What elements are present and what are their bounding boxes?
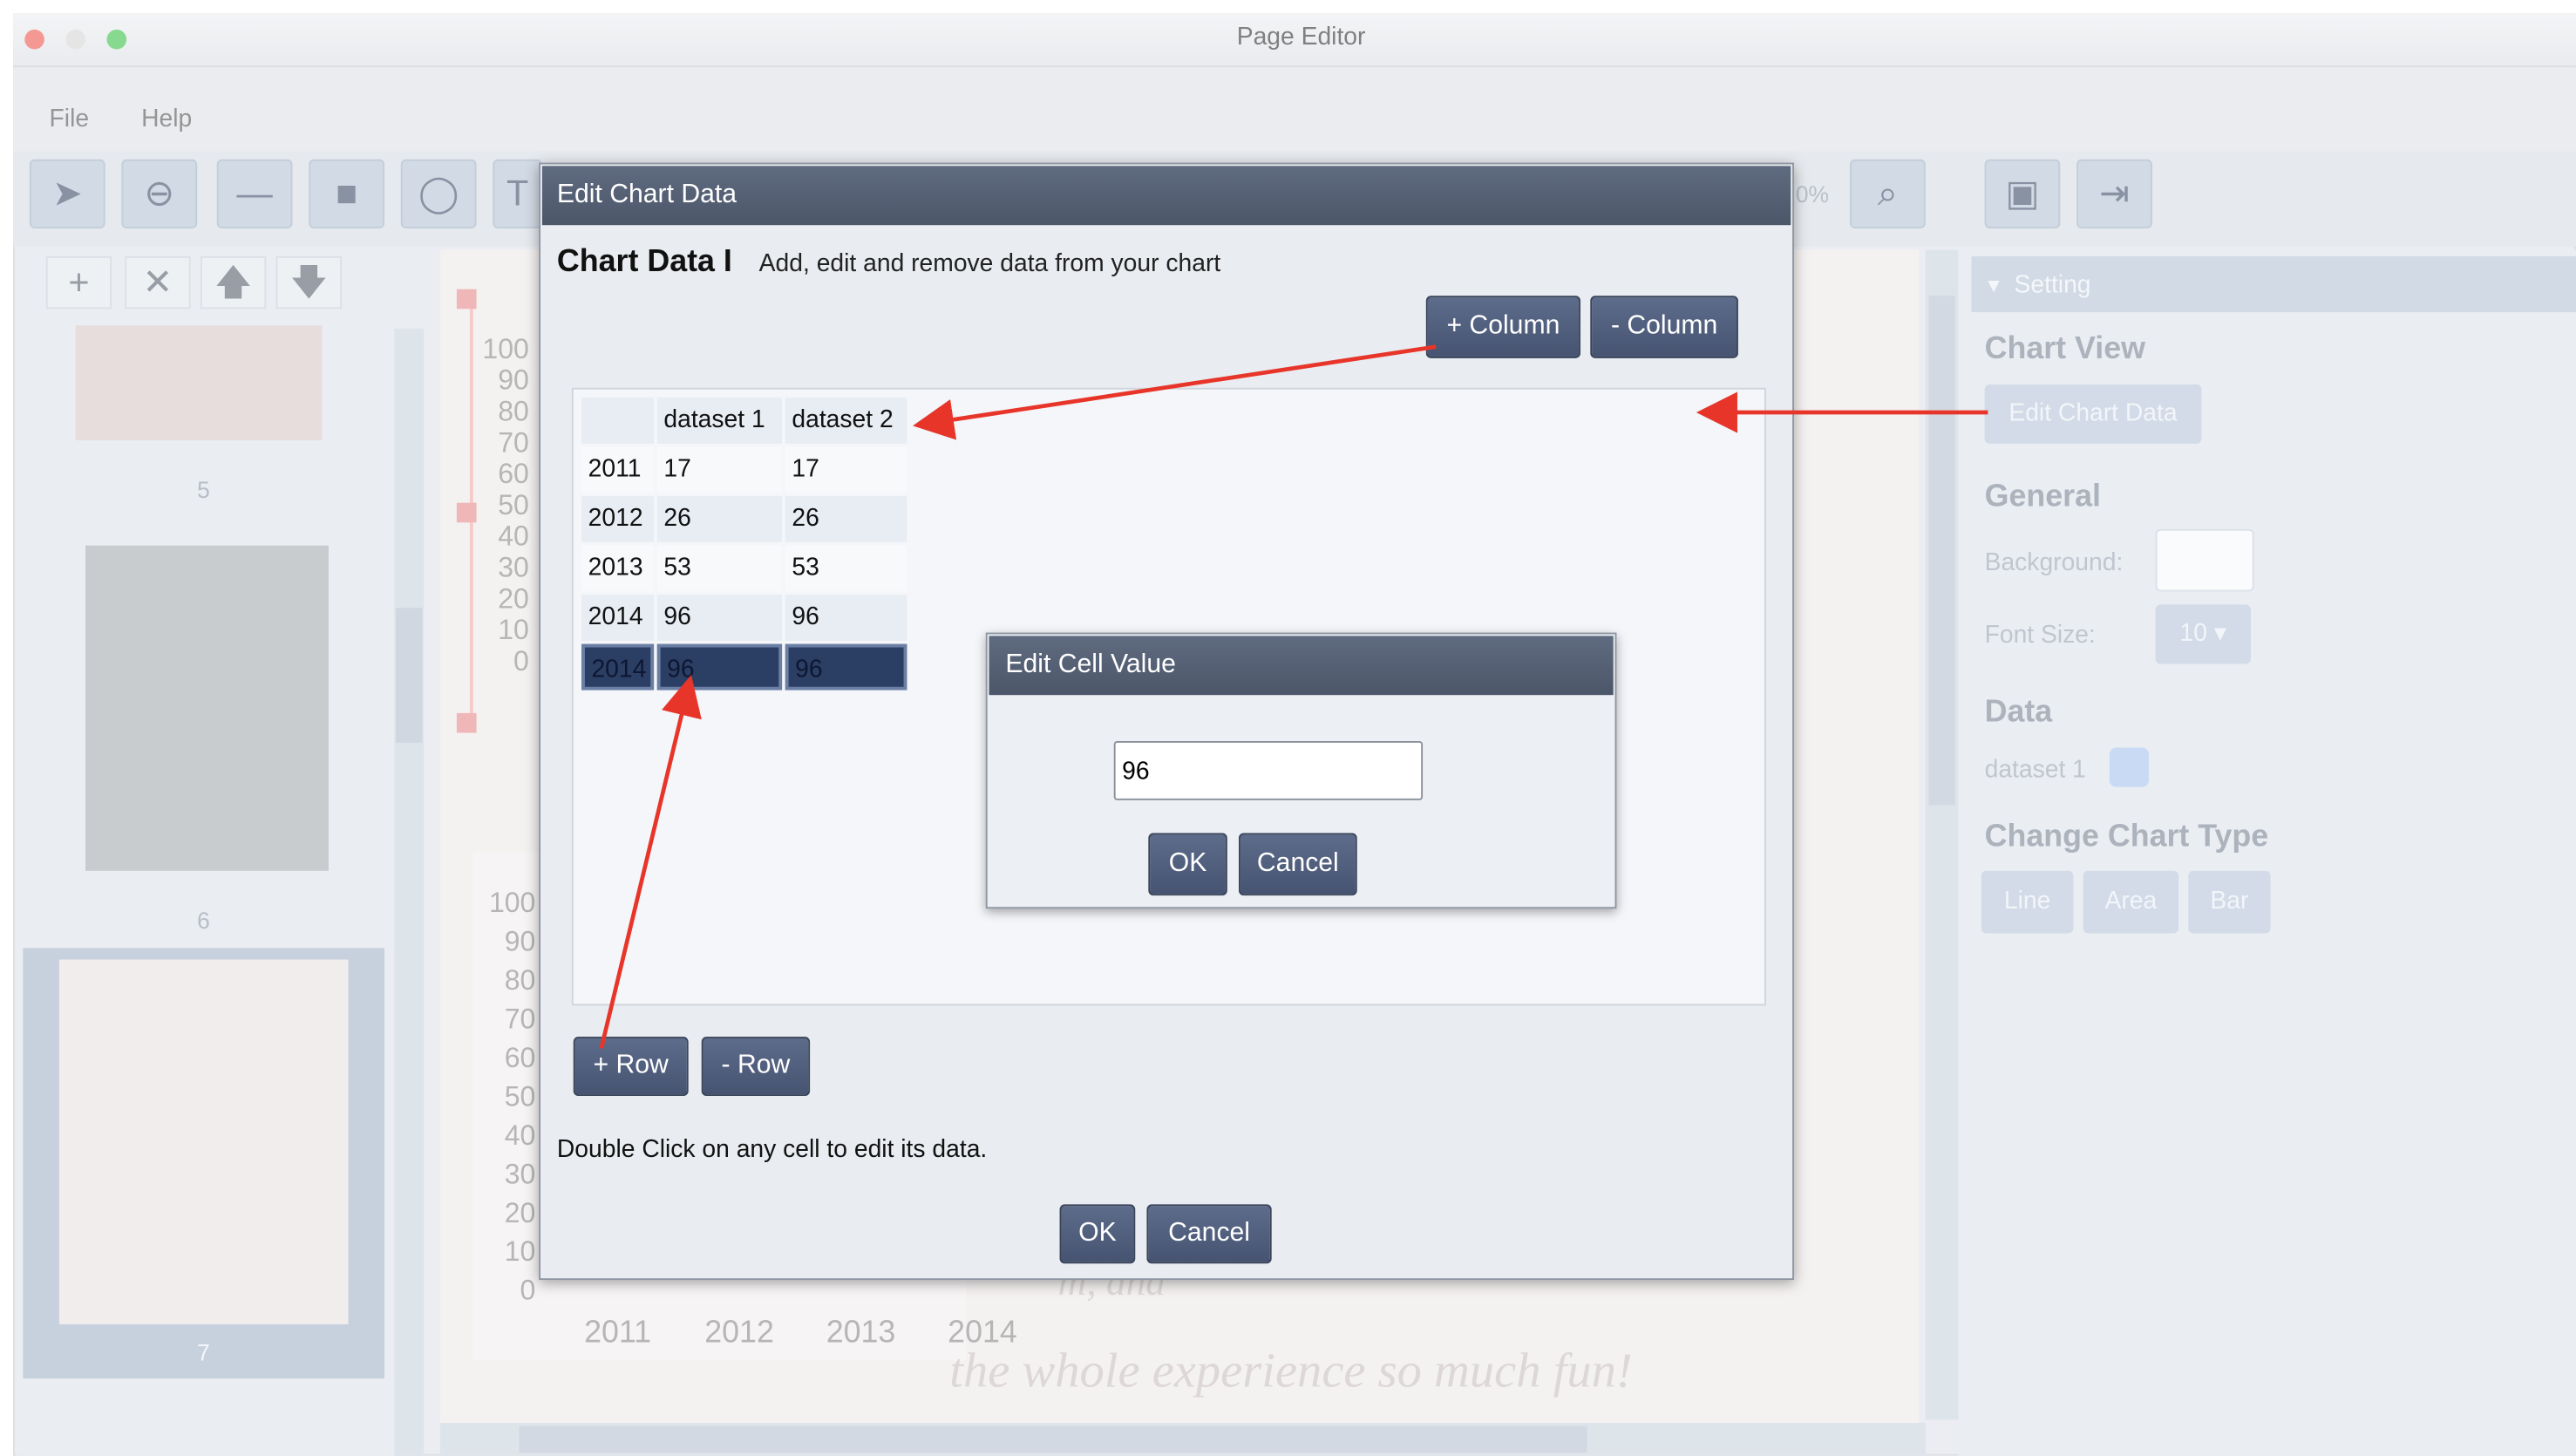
arrow-to-new-row — [599, 675, 702, 1049]
arrow-to-new-column — [913, 344, 1437, 440]
annotation-arrows — [599, 344, 1988, 1049]
